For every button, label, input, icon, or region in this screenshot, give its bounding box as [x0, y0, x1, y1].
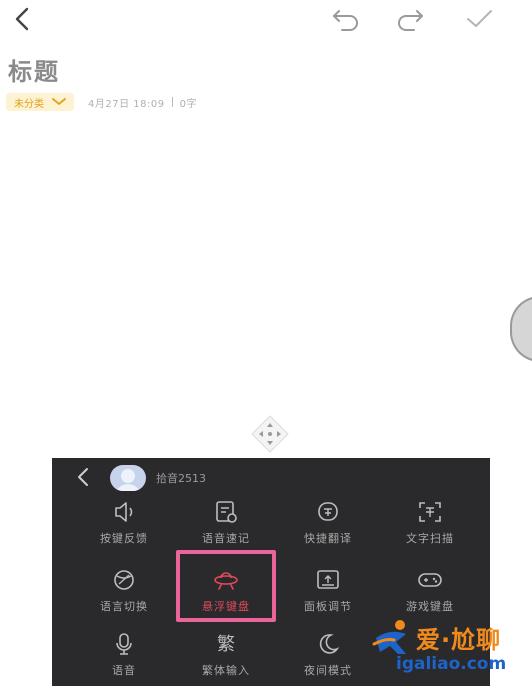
text-scan-icon — [419, 502, 441, 522]
highlight-annotation — [176, 550, 276, 622]
tool-label: 语音 — [112, 664, 136, 677]
tool-label: 文字扫描 — [406, 532, 454, 545]
avatar-body — [115, 484, 141, 491]
tool-label: 繁体输入 — [202, 664, 250, 677]
tool-traditional-input[interactable]: 繁 繁体输入 — [176, 630, 276, 686]
tool-voice[interactable]: 语音 — [74, 630, 174, 686]
tool-label: 语言切换 — [100, 600, 148, 613]
side-panel-handle[interactable] — [510, 296, 532, 362]
undo-button[interactable] — [330, 6, 362, 32]
tool-night-mode[interactable]: 夜间模式 — [278, 630, 378, 686]
panel-back-button[interactable] — [74, 467, 92, 487]
meta-divider — [171, 97, 173, 107]
tool-label: 快捷翻译 — [304, 532, 352, 545]
watermark-url: igaliao.com — [396, 654, 507, 674]
redo-button[interactable] — [394, 6, 426, 32]
tool-label: 游戏键盘 — [406, 600, 454, 613]
done-button[interactable] — [464, 6, 494, 32]
language-switch-icon — [114, 570, 134, 590]
panel-header: 拾音2513 — [52, 458, 490, 496]
note-title-input[interactable]: 标题 — [8, 52, 60, 87]
site-watermark: 爱·尬聊 igaliao.com — [372, 618, 532, 686]
watermark-text: 爱·尬聊 — [416, 626, 502, 654]
runner-logo-icon — [372, 620, 406, 654]
account-name[interactable]: 拾音2513 — [156, 470, 206, 486]
microphone-icon — [116, 633, 132, 655]
tool-label: 面板调节 — [304, 600, 352, 613]
note-date: 4月27日 18:09 — [88, 98, 165, 110]
tool-key-feedback[interactable]: 按键反馈 — [74, 498, 174, 558]
tool-quick-translate[interactable]: 快捷翻译 — [278, 498, 378, 558]
word-count: 0字 — [179, 98, 197, 110]
moon-icon — [319, 634, 340, 654]
tool-language-switch[interactable]: 语言切换 — [74, 566, 174, 626]
tool-label: 语音速记 — [202, 532, 250, 545]
top-toolbar — [0, 0, 532, 40]
speaker-icon — [115, 502, 133, 522]
traditional-chinese-icon: 繁 — [217, 634, 235, 655]
avatar-head — [121, 469, 135, 483]
chevron-down-icon — [52, 98, 66, 106]
back-button[interactable] — [10, 6, 36, 32]
move-handle-icon[interactable] — [248, 414, 292, 454]
category-dropdown[interactable]: 未分类 — [6, 93, 74, 111]
tool-game-keyboard[interactable]: 游戏键盘 — [380, 566, 480, 626]
tool-panel-adjust[interactable]: 面板调节 — [278, 566, 378, 626]
tool-voice-note[interactable]: 语音速记 — [176, 498, 276, 558]
panel-adjust-icon — [317, 570, 339, 589]
category-label: 未分类 — [14, 98, 44, 110]
translate-icon — [318, 502, 338, 521]
tool-text-scan[interactable]: 文字扫描 — [380, 498, 480, 558]
tool-label: 按键反馈 — [100, 532, 148, 545]
avatar[interactable] — [110, 465, 146, 491]
note-meta: 未分类 4月27日 18:09 0字 — [6, 92, 197, 112]
tool-label: 夜间模式 — [304, 664, 352, 677]
voice-note-icon — [216, 501, 237, 523]
gamepad-icon — [418, 573, 442, 587]
